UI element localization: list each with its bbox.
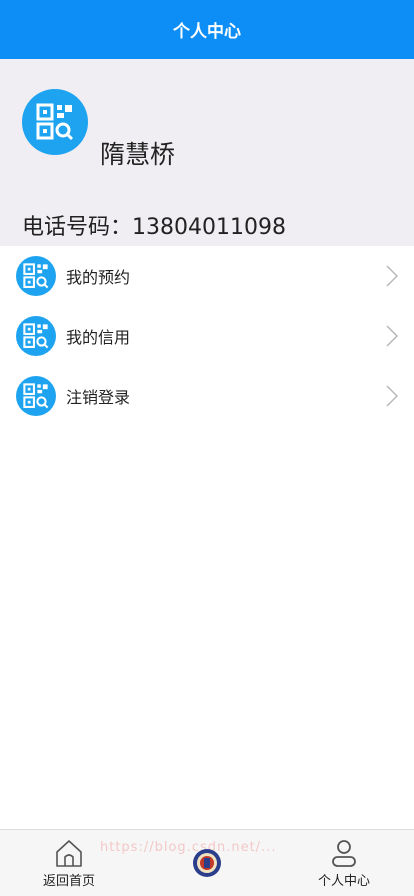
- phone-label: 电话号码：: [22, 215, 133, 240]
- menu-item-logout[interactable]: 注销登录: [0, 366, 414, 426]
- qr-scan-icon: [16, 256, 56, 296]
- user-name: 隋慧桥: [100, 140, 176, 169]
- menu-item-label: 注销登录: [66, 388, 131, 407]
- page-title: 个人中心: [173, 22, 241, 42]
- tab-profile[interactable]: 个人中心: [315, 830, 373, 896]
- tab-home[interactable]: 返回首页: [40, 830, 98, 896]
- menu-list: 我的预约 我的信用 注销登录: [0, 246, 414, 426]
- app-root: 个人中心 隋慧桥 电话号码：13804011098 我的预约 我的信用 注销登录…: [0, 0, 414, 896]
- qr-scan-icon: [16, 316, 56, 356]
- chevron-right-icon: [386, 325, 398, 347]
- menu-item-appointments[interactable]: 我的预约: [0, 246, 414, 306]
- menu-item-credit[interactable]: 我的信用: [0, 306, 414, 366]
- menu-item-label: 我的预约: [66, 268, 131, 287]
- qr-scan-icon: [16, 376, 56, 416]
- menu-item-label: 我的信用: [66, 328, 131, 347]
- phone-number: 13804011098: [132, 215, 286, 240]
- phone-line: 电话号码：13804011098: [22, 209, 286, 241]
- user-icon: [332, 840, 356, 867]
- avatar: [22, 89, 88, 155]
- header-bar: 个人中心: [0, 0, 414, 59]
- chevron-right-icon: [386, 385, 398, 407]
- emblem-icon: [193, 849, 221, 877]
- home-icon: [56, 840, 82, 867]
- tab-center-emblem[interactable]: [188, 830, 226, 896]
- profile-card: 隋慧桥 电话号码：13804011098: [0, 59, 414, 246]
- tab-home-label: 返回首页: [42, 874, 95, 889]
- bottom-tab-bar: https://blog.csdn.net/... 返回首页 个人中心: [0, 829, 414, 896]
- qr-scan-icon: [36, 103, 74, 141]
- tab-profile-label: 个人中心: [317, 874, 370, 889]
- chevron-right-icon: [386, 265, 398, 287]
